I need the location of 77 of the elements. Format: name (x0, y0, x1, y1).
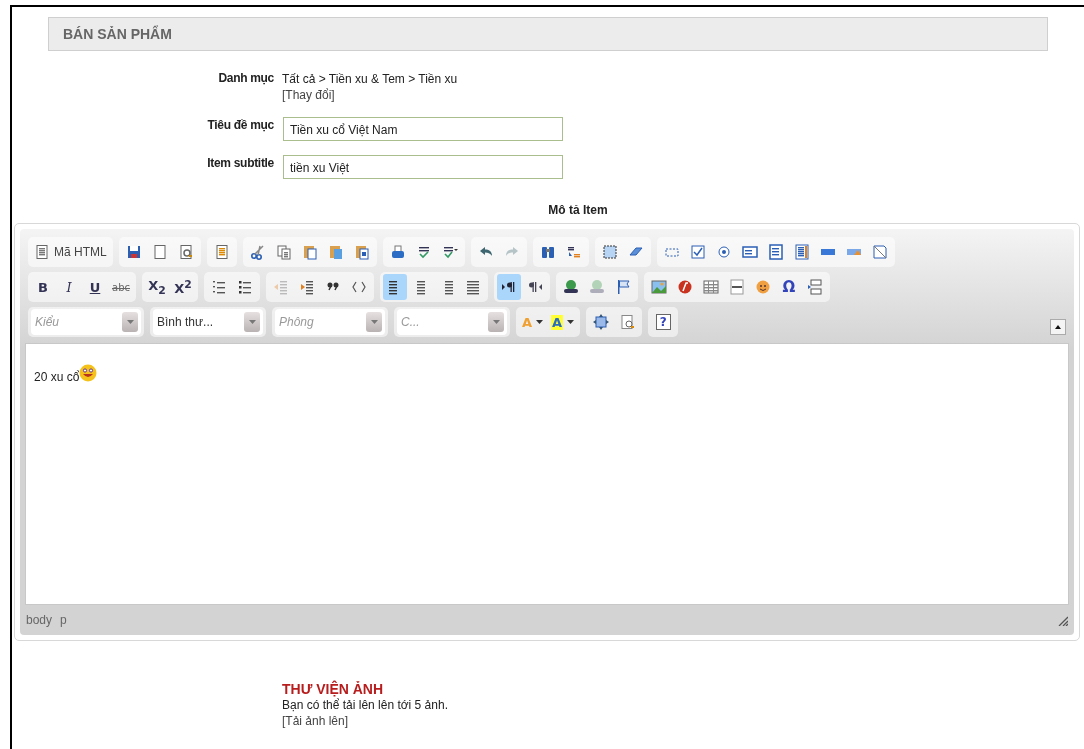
caret-icon (370, 320, 378, 324)
justify-icon (465, 279, 481, 295)
gallery-note: Bạn có thể tải lên lên tới 5 ảnh. (282, 697, 448, 713)
gallery-title: THƯ VIỆN ẢNH (282, 681, 384, 697)
color-button[interactable]: A (548, 309, 578, 335)
toolbar-button[interactable]: Ω (777, 274, 801, 300)
flash-icon (677, 279, 693, 295)
printer-icon (389, 244, 406, 260)
toolbar-button[interactable]: I (57, 274, 81, 300)
globe-link-icon (563, 279, 579, 295)
resize-grip-icon[interactable] (1056, 614, 1068, 626)
page-icon (151, 244, 168, 260)
text-field-icon (741, 244, 758, 260)
image-icon (651, 279, 667, 295)
indent-icon (299, 279, 315, 295)
caret-icon (567, 320, 575, 324)
toolbar-button[interactable]: abc (109, 274, 133, 300)
page-magnifier-icon (619, 314, 636, 330)
template-icon (213, 244, 230, 260)
list-box-icon (793, 244, 810, 260)
clipboard-icon (353, 244, 370, 260)
maximize-icon (593, 314, 610, 330)
numbered-list-icon (211, 279, 227, 295)
element-path-item[interactable]: p (60, 613, 67, 627)
folded-page-icon (871, 244, 888, 260)
binoculars-icon (539, 244, 556, 260)
page-break-icon (807, 279, 823, 295)
toolbar-dropdown[interactable]: Bình thư... (153, 309, 263, 335)
text-field[interactable]: tiền xu Việt (283, 155, 563, 179)
globe-link-icon (589, 279, 605, 295)
toolbar-button[interactable] (383, 274, 407, 300)
toolbar-button[interactable]: U (83, 274, 107, 300)
caret-icon (536, 320, 544, 324)
text-area-icon (767, 244, 784, 260)
spellcheck-icon (441, 244, 458, 260)
clipboard-icon (301, 244, 318, 260)
text-field[interactable]: Tiền xu cổ Việt Nam (283, 117, 563, 141)
toolbar-button[interactable]: X$^{2}$ (171, 274, 195, 300)
scissors-icon (249, 244, 266, 260)
source-button[interactable]: Mã HTML (31, 239, 110, 265)
page-magnifier-icon (177, 244, 194, 260)
radio-icon (715, 244, 732, 260)
checkbox-icon (689, 244, 706, 260)
change-link[interactable]: [Thay đổi] (282, 87, 335, 103)
clipboard-icon (327, 244, 344, 260)
element-path-item[interactable]: body (26, 613, 53, 627)
table-icon (703, 279, 719, 295)
smiley-icon (79, 364, 98, 382)
toolbar-button[interactable]: X$_{2}$ (145, 274, 169, 300)
floppy-icon (125, 244, 142, 260)
up-triangle-icon (1055, 325, 1061, 329)
copy-icon (275, 244, 292, 260)
editor-title: Mô tả Item (548, 203, 608, 217)
caret-icon (248, 320, 256, 324)
outdent-icon (273, 279, 289, 295)
smiley-icon (755, 279, 771, 295)
content-text: 20 xu cổ (34, 370, 80, 384)
text-direction-icon (501, 279, 517, 295)
caret-icon (126, 320, 134, 324)
toolbar-button[interactable]: B (31, 274, 55, 300)
upload-link[interactable]: [Tải ảnh lên] (282, 713, 349, 729)
editor-content[interactable]: 20 xu cổ (25, 343, 1069, 605)
text-direction-icon (527, 279, 543, 295)
section-title: BÁN SẢN PHẨM (63, 26, 172, 42)
document-icon (34, 244, 50, 260)
field-label: Danh mục (217, 71, 274, 87)
toolbar-button[interactable]: ? (651, 309, 676, 335)
category-path: Tất cả > Tiền xu & Tem > Tiền xu (282, 71, 458, 87)
field-label: Tiêu đề mục (206, 117, 274, 134)
select-all-icon (601, 244, 618, 260)
flag-icon (615, 279, 631, 295)
bulleted-list-icon (237, 279, 253, 295)
field-label: Item subtitle (206, 155, 274, 172)
caret-icon (492, 320, 500, 324)
replace-icon (565, 244, 582, 260)
collapse-button[interactable] (1050, 319, 1066, 335)
toolbar-button[interactable] (497, 274, 521, 300)
